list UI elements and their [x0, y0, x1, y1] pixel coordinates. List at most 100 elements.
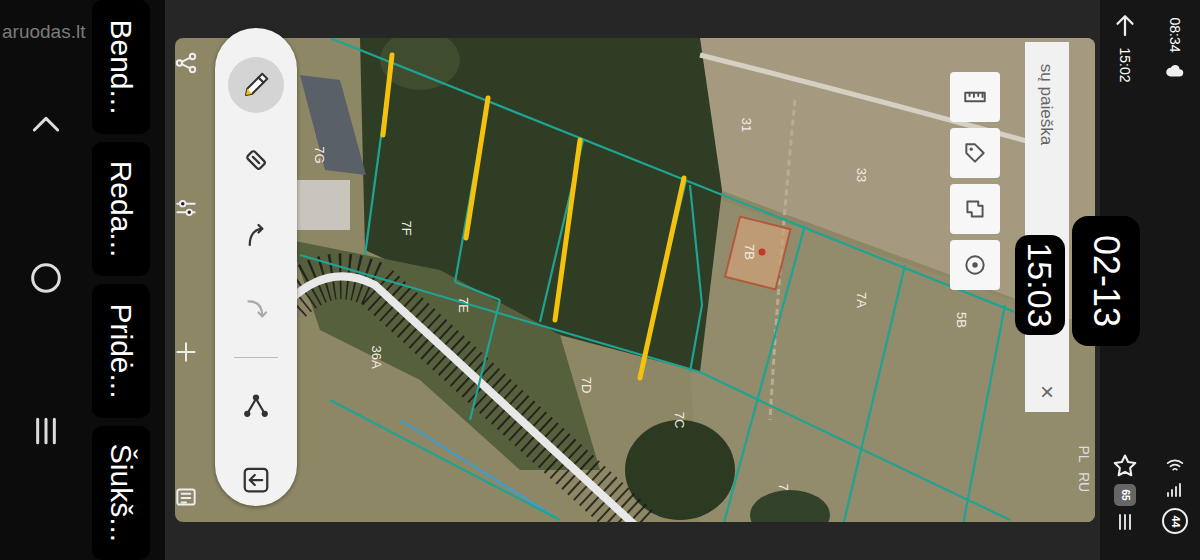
search-text: sų paieška: [1039, 64, 1056, 145]
parcel-boundary: [470, 300, 500, 420]
parcel-label: 5B: [954, 312, 969, 328]
ruler-icon[interactable]: [962, 84, 988, 110]
tool-button[interactable]: [228, 57, 284, 113]
map-side-icons: [171, 50, 201, 510]
wifi-icon: [1164, 454, 1186, 476]
target-icon[interactable]: [962, 252, 988, 278]
recent-apps-icon[interactable]: [26, 411, 66, 451]
undo-icon[interactable]: [241, 220, 271, 250]
back-icon[interactable]: [241, 465, 271, 495]
clear-label: ×: [1035, 385, 1059, 399]
language-option[interactable]: RU: [1070, 468, 1098, 496]
parcel[interactable]: 33: [854, 168, 869, 182]
map-tool-button[interactable]: [950, 184, 1000, 234]
arrow-up-icon[interactable]: [1110, 10, 1140, 40]
search-field[interactable]: sų paieška: [1025, 48, 1069, 158]
parcel[interactable]: 7G: [312, 146, 327, 163]
tool-button: [228, 282, 284, 338]
parcel-label: 31: [739, 118, 754, 132]
side-menu-item[interactable]: Pridė...: [92, 284, 150, 418]
parcel[interactable]: 36A: [369, 345, 384, 368]
status-column: 08:34 44: [1150, 0, 1200, 560]
battery-label: 44: [1170, 515, 1181, 527]
clock: 08:34: [1150, 10, 1200, 60]
time-small: 15:02: [1100, 40, 1150, 90]
parcel[interactable]: 7B: [725, 217, 790, 290]
tool-button[interactable]: [228, 452, 284, 508]
clear-button[interactable]: ×: [1040, 380, 1054, 404]
document-icon[interactable]: [173, 484, 199, 510]
eraser-icon[interactable]: [241, 145, 271, 175]
parcel[interactable]: 7F: [399, 220, 414, 235]
parcel-label: 36A: [369, 345, 384, 368]
parcel[interactable]: 7C: [672, 412, 687, 429]
time-badge: 15:03: [1015, 235, 1065, 335]
time-label: 15:02: [1118, 47, 1132, 82]
parcel[interactable]: 5B: [954, 312, 969, 328]
signal-icon: [1163, 476, 1187, 500]
star-icon[interactable]: [1111, 452, 1139, 480]
parcel-label: 7E: [456, 297, 471, 313]
date-badge-label: 02-13: [1088, 235, 1124, 327]
side-menu-label: Šiukš...: [106, 444, 136, 542]
tool-state: [241, 70, 271, 100]
selected-parcel-marker: [725, 217, 790, 290]
side-menu-label: Pridė...: [106, 303, 136, 398]
side-menu-label: Bend...: [106, 19, 136, 114]
map-view[interactable]: 7G 7F 7E 7D 7C 7B 7A 5B 31 33 36A 7 sų paieška × PLR…: [165, 0, 1100, 560]
side-menu-item[interactable]: Reda...: [92, 142, 150, 276]
battery-indicator: 44: [1162, 508, 1188, 534]
tool-state: [241, 390, 271, 420]
parcel-label: 7D: [579, 377, 594, 394]
parcel-boundary: [690, 185, 702, 372]
chevron-up-icon[interactable]: [26, 105, 66, 145]
node-icon[interactable]: [241, 390, 271, 420]
plus-icon[interactable]: [173, 339, 199, 365]
parcel-boundary: [455, 98, 488, 282]
parcel-boundary: [330, 400, 560, 520]
map-tool-button[interactable]: [950, 72, 1000, 122]
tag-icon[interactable]: [962, 140, 988, 166]
tool-state: [241, 295, 271, 325]
parcel[interactable]: 7D: [579, 377, 594, 394]
tool-state: [241, 145, 271, 175]
aerial-photo: 7G 7F 7E 7D 7C 7B 7A 5B 31 33 36A 7: [175, 38, 1095, 522]
side-menu-item[interactable]: Bend...: [92, 0, 150, 134]
screen: Bend... Reda... Pridė... Šiukš... aruodas.l…: [0, 0, 1200, 560]
area-measure-icon[interactable]: [962, 196, 988, 222]
sliders-icon[interactable]: [173, 195, 199, 221]
parcel-label: 7A: [854, 292, 869, 308]
parcel[interactable]: 7A: [854, 292, 869, 308]
map-tool-button[interactable]: [950, 128, 1000, 178]
share-nodes-icon[interactable]: [173, 50, 199, 76]
tool-button[interactable]: [228, 132, 284, 188]
nav-bar: [0, 0, 92, 560]
parcel[interactable]: 7: [776, 483, 791, 490]
parcel[interactable]: 7E: [456, 297, 471, 313]
parcel-boundary: [842, 265, 905, 522]
pen-icon[interactable]: [241, 70, 271, 100]
language-list: PLRU: [1070, 440, 1098, 496]
side-menu-item[interactable]: Šiukš...: [92, 426, 150, 560]
watermark: aruodas.lt: [2, 18, 85, 47]
badge-label: 65: [1120, 489, 1130, 500]
tool-button[interactable]: [228, 207, 284, 263]
tool-button[interactable]: [228, 377, 284, 433]
notification-badge: 65: [1114, 484, 1136, 506]
left-bar: Bend... Reda... Pridė... Šiukš... aruodas.l…: [0, 0, 165, 560]
date-badge: 02-13: [1072, 216, 1140, 346]
search-bar[interactable]: sų paieška ×: [1025, 42, 1069, 412]
parcel-boundary: [962, 305, 1005, 522]
sketch-line: [555, 140, 580, 320]
time-badge-label: 15:03: [1023, 242, 1057, 327]
parcel[interactable]: 31: [739, 118, 754, 132]
menu-lines-icon[interactable]: [1113, 510, 1137, 534]
map-tool-button[interactable]: [950, 240, 1000, 290]
clock-label: 08:34: [1168, 17, 1182, 52]
sketch-line: [466, 98, 488, 238]
home-circle-icon[interactable]: [26, 258, 66, 298]
language-option[interactable]: PL: [1070, 440, 1098, 468]
parcel-point: [759, 249, 766, 256]
parcel-label: 7C: [672, 412, 687, 429]
redo-icon: [241, 295, 271, 325]
